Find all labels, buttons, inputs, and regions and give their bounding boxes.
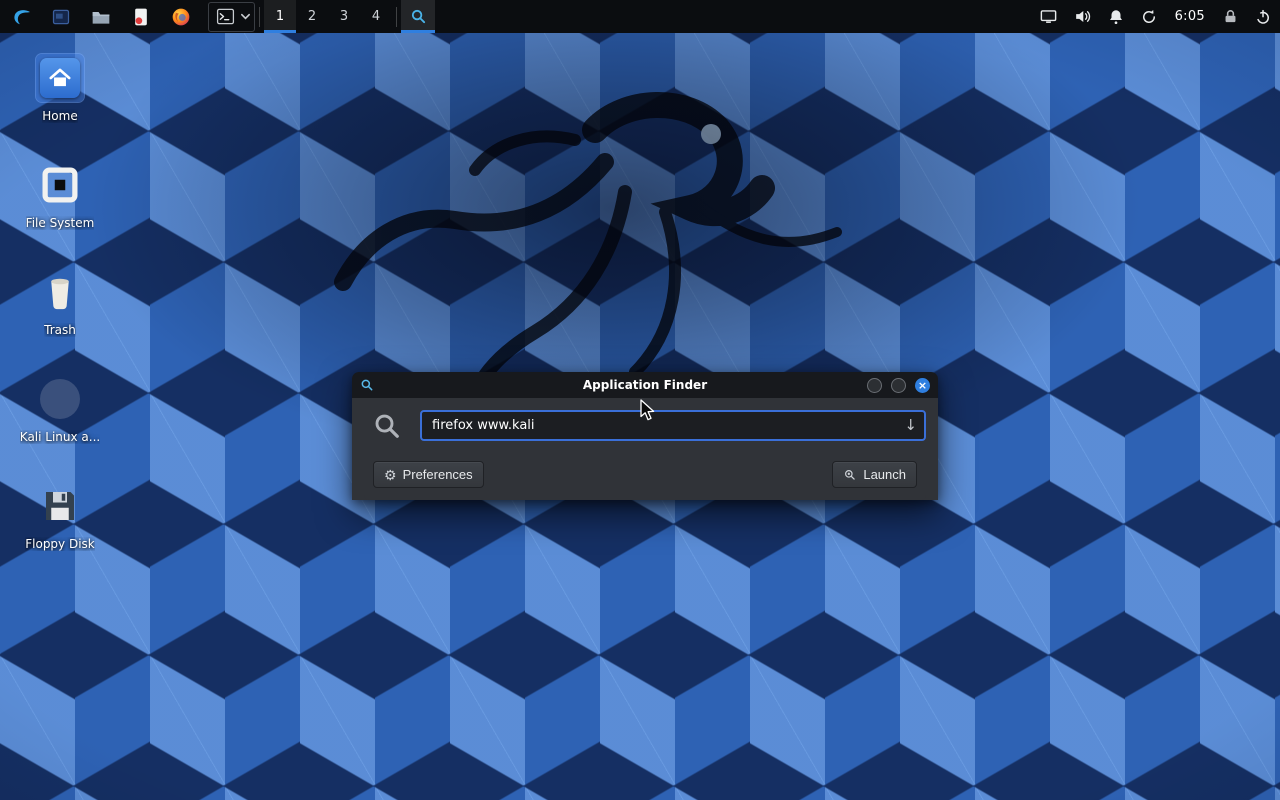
entry-dropdown-arrow-icon[interactable]: ↓ xyxy=(904,418,917,433)
minimize-button[interactable] xyxy=(867,378,882,393)
workspace-switcher: 1 2 3 4 xyxy=(264,0,392,33)
desktop-icon-label: File System xyxy=(26,216,95,230)
top-panel: 1 2 3 4 xyxy=(0,0,1280,33)
workspace-3[interactable]: 3 xyxy=(328,0,360,33)
workspace-2[interactable]: 2 xyxy=(296,0,328,33)
power-icon xyxy=(1254,8,1272,26)
floppy-disk-icon xyxy=(36,482,84,530)
window-icon xyxy=(51,7,71,27)
terminal-button[interactable] xyxy=(212,4,238,30)
gear-icon: ⚙ xyxy=(384,468,397,482)
maximize-button[interactable] xyxy=(891,378,906,393)
firefox-icon xyxy=(171,7,191,27)
window-title: Application Finder xyxy=(352,378,938,392)
finder-button-row: ⚙ Preferences Launch xyxy=(364,449,926,500)
desktop-icon-label: Kali Linux a... xyxy=(20,430,100,444)
panel-separator xyxy=(259,7,260,27)
lock-icon xyxy=(1222,8,1239,25)
desktop-icon-file-system[interactable]: File System xyxy=(10,151,110,258)
launch-button[interactable]: Launch xyxy=(832,461,917,488)
document-icon xyxy=(131,7,151,27)
window-titlebar-icon xyxy=(360,378,374,392)
app-finder-icon xyxy=(360,378,374,392)
volume-icon xyxy=(1073,7,1092,26)
bell-icon xyxy=(1107,8,1125,26)
search-entry-wrap: ↓ xyxy=(420,410,926,441)
desktop-root: 1 2 3 4 xyxy=(0,0,1280,800)
volume-tray-button[interactable] xyxy=(1073,7,1092,26)
search-input[interactable] xyxy=(420,410,926,441)
desktop-icon-trash[interactable]: Trash xyxy=(10,258,110,365)
desktop-icon-column: Home File System Trash xyxy=(10,44,110,579)
chevron-down-icon xyxy=(240,11,251,22)
folder-icon xyxy=(91,7,111,27)
search-icon xyxy=(372,411,402,441)
panel-launchers xyxy=(8,2,255,32)
window-launcher-button[interactable] xyxy=(48,4,74,30)
mouse-cursor xyxy=(638,399,658,426)
desktop-icon-floppy-disk[interactable]: Floppy Disk xyxy=(10,472,110,579)
home-icon xyxy=(40,58,80,98)
lock-screen-button[interactable] xyxy=(1222,8,1239,25)
notifications-tray-button[interactable] xyxy=(1107,8,1125,26)
home-icon-frame xyxy=(36,54,84,102)
workspace-4[interactable]: 4 xyxy=(360,0,392,33)
trash-icon xyxy=(36,268,84,316)
firefox-button[interactable] xyxy=(168,4,194,30)
update-arrow-icon xyxy=(1140,8,1158,26)
text-editor-button[interactable] xyxy=(128,4,154,30)
display-icon xyxy=(1039,7,1058,26)
launch-icon xyxy=(843,468,857,482)
panel-tray: 6:05 xyxy=(1039,7,1272,26)
file-manager-button[interactable] xyxy=(88,4,114,30)
updates-tray-button[interactable] xyxy=(1140,8,1158,26)
desktop-icon-label: Home xyxy=(42,109,77,123)
application-finder-window: Application Finder × ↓ xyxy=(352,372,938,500)
terminal-launcher-group xyxy=(208,2,255,32)
workspace-1[interactable]: 1 xyxy=(264,0,296,33)
kali-faded-icon xyxy=(36,375,84,423)
kali-menu-button[interactable] xyxy=(8,4,34,30)
desktop-icon-label: Floppy Disk xyxy=(25,537,95,551)
preferences-button-label: Preferences xyxy=(403,467,473,482)
window-titlebar[interactable]: Application Finder × xyxy=(352,372,938,398)
display-tray-button[interactable] xyxy=(1039,7,1058,26)
panel-separator xyxy=(396,7,397,27)
desktop-icon-label: Trash xyxy=(44,323,76,337)
desktop-icon-kali-docs[interactable]: Kali Linux a... xyxy=(10,365,110,472)
terminal-icon xyxy=(216,7,235,26)
close-button[interactable]: × xyxy=(915,378,930,393)
taskbar-application-finder[interactable] xyxy=(401,0,435,33)
window-controls: × xyxy=(867,378,930,393)
clock[interactable]: 6:05 xyxy=(1173,9,1207,24)
app-finder-icon xyxy=(410,8,427,25)
kali-logo-icon xyxy=(9,5,33,29)
desktop-icon-home[interactable]: Home xyxy=(10,44,110,151)
terminal-dropdown-button[interactable] xyxy=(240,11,251,22)
file-system-icon xyxy=(36,161,84,209)
logout-button[interactable] xyxy=(1254,8,1272,26)
preferences-button[interactable]: ⚙ Preferences xyxy=(373,461,484,488)
launch-button-label: Launch xyxy=(863,467,906,482)
close-icon: × xyxy=(918,380,927,391)
